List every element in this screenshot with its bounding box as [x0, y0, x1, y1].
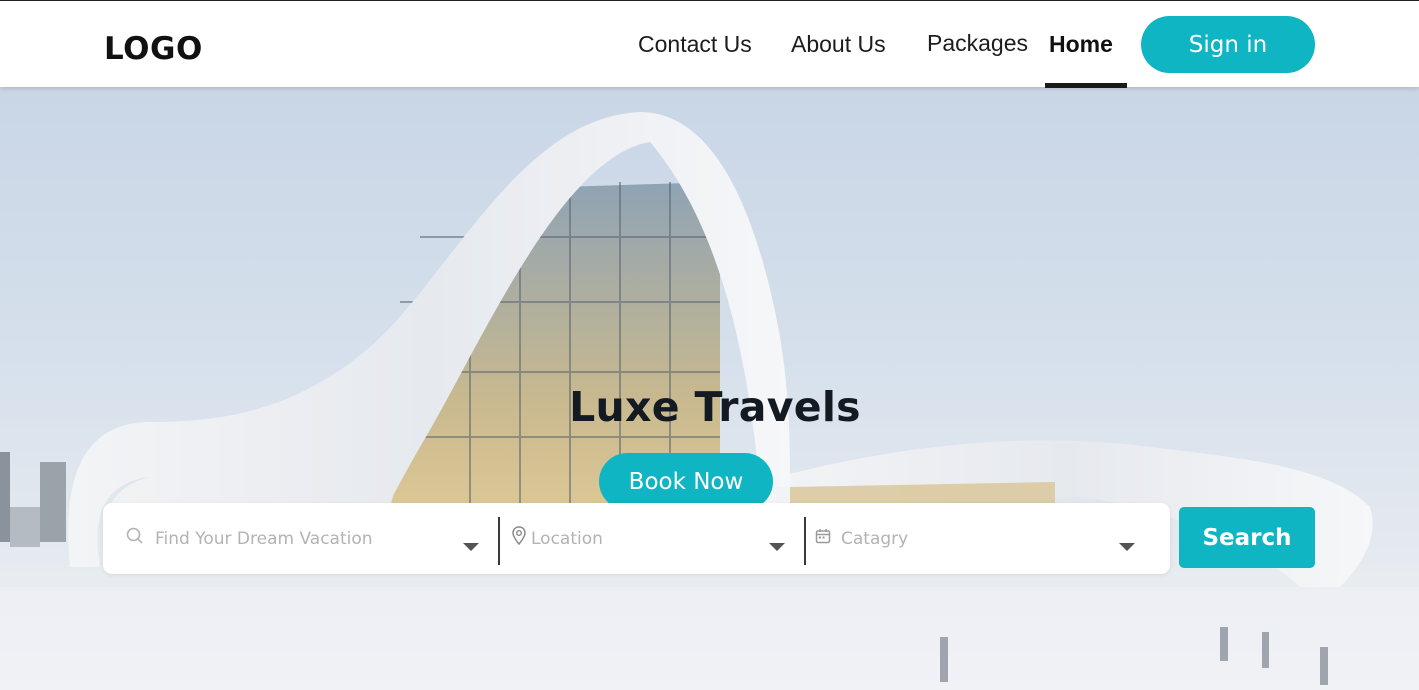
hero-title: Luxe Travels — [569, 383, 861, 431]
calendar-icon — [815, 528, 831, 549]
category-placeholder: Catagry — [841, 528, 909, 549]
chevron-down-icon[interactable] — [1119, 543, 1135, 551]
sign-in-button[interactable]: Sign in — [1141, 16, 1315, 73]
destination-dropdown[interactable]: Find Your Dream Vacation — [125, 503, 485, 574]
location-placeholder: Location — [531, 528, 603, 549]
category-dropdown[interactable]: Catagry — [815, 503, 1145, 574]
search-button[interactable]: Search — [1179, 507, 1315, 568]
active-nav-indicator — [1045, 83, 1127, 88]
nav-home[interactable]: Home — [1049, 31, 1113, 58]
nav-about-us[interactable]: About Us — [791, 31, 886, 58]
chevron-down-icon[interactable] — [769, 543, 785, 551]
logo[interactable]: LOGO — [104, 31, 203, 67]
destination-placeholder: Find Your Dream Vacation — [155, 528, 373, 549]
nav-contact-us[interactable]: Contact Us — [638, 31, 752, 58]
field-divider — [804, 517, 806, 565]
chevron-down-icon[interactable] — [463, 543, 479, 551]
search-bar: Find Your Dream Vacation Location Catagr… — [103, 503, 1170, 574]
location-pin-icon — [511, 526, 527, 551]
hero-section: Luxe Travels Book Now — [0, 87, 1419, 690]
book-now-button[interactable]: Book Now — [599, 453, 773, 510]
location-dropdown[interactable]: Location — [511, 503, 791, 574]
top-navbar: LOGO Contact Us About Us Packages Home S… — [0, 0, 1419, 88]
search-icon — [125, 526, 145, 551]
field-divider — [498, 517, 500, 565]
nav-packages[interactable]: Packages — [927, 30, 1028, 57]
